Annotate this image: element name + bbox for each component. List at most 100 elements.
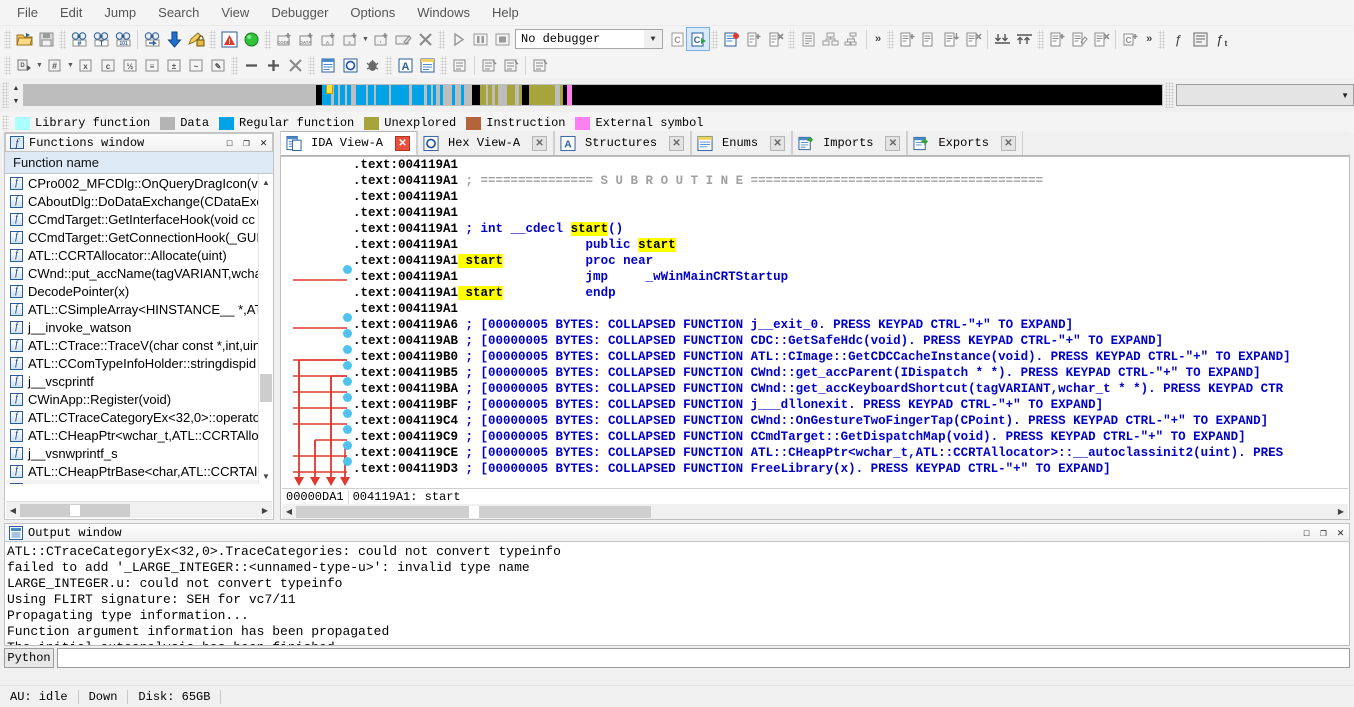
overflow-2-button[interactable]: » <box>1141 33 1156 45</box>
add-breakpoint-button[interactable] <box>742 28 764 50</box>
debug-bug-button[interactable] <box>361 54 383 76</box>
proximity-browser-button[interactable] <box>339 54 361 76</box>
patch-button[interactable] <box>185 28 207 50</box>
toolbar-grip[interactable] <box>2 82 9 108</box>
menu-item-jump[interactable]: Jump <box>93 2 147 23</box>
disassembly-line[interactable]: .text:004119A1 <box>353 301 1349 317</box>
list-item[interactable]: f CCmdTarget::GetInterfaceHook(void cc <box>6 210 258 228</box>
toolbar-grip[interactable] <box>4 55 11 75</box>
segment-extra-button[interactable] <box>529 54 551 76</box>
disassembly-line[interactable]: .text:004119BF ; [00000005 BYTES: COLLAP… <box>353 397 1349 413</box>
collapse-all-button[interactable] <box>991 28 1013 50</box>
tab-imports[interactable]: Imports ✕ <box>792 131 908 155</box>
chevron-left-icon[interactable]: ◀ <box>282 504 296 520</box>
toolbar-grip[interactable] <box>4 29 11 49</box>
new-enum-button[interactable] <box>1046 28 1068 50</box>
segment-add-button[interactable] <box>478 54 500 76</box>
disassembly-line[interactable]: .text:004119B0 ; [00000005 BYTES: COLLAP… <box>353 349 1349 365</box>
segment-button[interactable] <box>449 54 471 76</box>
disassembly-line[interactable]: .text:004119A1 <box>353 157 1349 173</box>
enum-format-button[interactable]: ≡ <box>141 54 163 76</box>
data-format-button[interactable]: D <box>13 54 35 76</box>
hex-dump-button[interactable] <box>317 54 339 76</box>
disassembly-text[interactable]: .text:004119A1 .text:004119A1 ; =========… <box>353 157 1349 487</box>
make-data-button[interactable]: DATA <box>295 28 317 50</box>
toolbar-grip[interactable] <box>1165 82 1174 108</box>
edit-function-button[interactable] <box>392 28 414 50</box>
list-item[interactable]: f DecodePointer(x) <box>6 282 258 300</box>
play-button[interactable] <box>447 28 469 50</box>
disassembly-line[interactable]: .text:004119A1 jmp _wWinMainCRTStartup <box>353 269 1349 285</box>
close-view-button[interactable] <box>284 54 306 76</box>
open-file-button[interactable] <box>13 28 35 50</box>
chevron-up-icon[interactable]: ▲ <box>259 174 273 190</box>
decompile-button[interactable]: C <box>686 27 710 51</box>
disassembly-line[interactable]: .text:004119C4 ; [00000005 BYTES: COLLAP… <box>353 413 1349 429</box>
close-icon[interactable]: ✕ <box>669 135 685 151</box>
disassembly-line[interactable]: .text:004119BA ; [00000005 BYTES: COLLAP… <box>353 381 1349 397</box>
undefine-button[interactable] <box>414 28 436 50</box>
scrollbar-thumb[interactable] <box>260 374 272 402</box>
output-log[interactable]: ATL::CTraceCategoryEx<32,0>.TraceCategor… <box>4 542 1350 646</box>
toolbar-grip[interactable] <box>1158 29 1166 49</box>
hex-format-button[interactable]: x <box>75 54 97 76</box>
list-item[interactable]: f j___report_rangecheckfailure <box>6 480 258 484</box>
make-string-dropdown[interactable]: ▼ <box>361 28 370 50</box>
stop-button[interactable] <box>491 28 513 50</box>
list-item[interactable]: f j__vscprintf <box>6 372 258 390</box>
signed-format-button[interactable]: ~ <box>185 54 207 76</box>
disassembly-line[interactable]: .text:004119A1 <box>353 189 1349 205</box>
list-item[interactable]: f j__vsnwprintf_s <box>6 444 258 462</box>
warning-button[interactable]: ! <box>218 28 240 50</box>
toolbar-grip[interactable] <box>438 29 445 49</box>
text-view-button[interactable] <box>797 28 819 50</box>
names-window-button[interactable] <box>1189 28 1211 50</box>
cli-language-button[interactable]: Python <box>4 648 54 668</box>
chevron-right-icon[interactable]: ▶ <box>258 502 272 518</box>
manual-format-button[interactable]: ✎ <box>207 54 229 76</box>
list-item[interactable]: f ATL::CTrace::TraceV(char const *,int,ui… <box>6 336 258 354</box>
toolbar-grip[interactable] <box>440 55 447 75</box>
navigator-scroll-arrows[interactable]: ▲ ▼ <box>9 82 23 108</box>
make-string-button[interactable]: s <box>339 28 361 50</box>
make-array-button[interactable]: A <box>317 28 339 50</box>
disassembly-line[interactable]: .text:004119CE ; [00000005 BYTES: COLLAP… <box>353 445 1349 461</box>
disassembly-line[interactable]: .text:004119A1 ; =============== S U B R… <box>353 173 1349 189</box>
menu-item-windows[interactable]: Windows <box>406 2 481 23</box>
toolbar-grip[interactable] <box>788 29 795 49</box>
disassembly-line[interactable]: .text:004119A6 ; [00000005 BYTES: COLLAP… <box>353 317 1349 333</box>
expand-struct-button[interactable] <box>940 28 962 50</box>
zoom-in-button[interactable] <box>262 54 284 76</box>
restore-button[interactable]: ❐ <box>238 135 255 151</box>
chevron-down-icon[interactable]: ▼ <box>259 468 273 484</box>
number-format-button[interactable]: # <box>44 54 66 76</box>
debugger-select[interactable]: No debugger ▼ <box>515 29 663 49</box>
disassembly-line[interactable]: .text:004119A1 start proc near <box>353 253 1349 269</box>
data-format-dropdown[interactable]: ▼ <box>35 54 44 76</box>
menu-item-help[interactable]: Help <box>481 2 530 23</box>
del-breakpoint-button[interactable] <box>764 28 786 50</box>
menu-item-search[interactable]: Search <box>147 2 210 23</box>
search-next-button[interactable] <box>141 28 163 50</box>
close-icon[interactable]: ✕ <box>770 135 786 151</box>
delete-struct-button[interactable] <box>962 28 984 50</box>
function-name-column-header[interactable]: Function name <box>5 152 273 174</box>
toolbar-grip[interactable] <box>711 29 718 49</box>
menu-item-file[interactable]: File <box>6 2 49 23</box>
structures-window-button[interactable] <box>416 54 438 76</box>
toolbar-grip[interactable] <box>385 55 392 75</box>
toolbar-grip[interactable] <box>209 29 216 49</box>
graph-view-button[interactable] <box>819 28 841 50</box>
tab-exports[interactable]: Exports ✕ <box>907 131 1023 155</box>
disassembly-line[interactable]: .text:004119B5 ; [00000005 BYTES: COLLAP… <box>353 365 1349 381</box>
toolbar-grip[interactable] <box>264 29 271 49</box>
fo-button[interactable]: ƒt <box>1211 28 1233 50</box>
function-list-vscrollbar[interactable]: ▲ ▼ <box>258 174 272 484</box>
disassembly-line[interactable]: .text:004119AB ; [00000005 BYTES: COLLAP… <box>353 333 1349 349</box>
toolbar-grip[interactable] <box>308 55 315 75</box>
menu-item-options[interactable]: Options <box>339 2 406 23</box>
disassembly-line[interactable]: .text:004119A1 public start <box>353 237 1349 253</box>
toolbar-grip[interactable] <box>59 29 66 49</box>
maximize-button[interactable]: ☐ <box>1298 525 1315 541</box>
close-button[interactable]: ✕ <box>255 135 272 151</box>
